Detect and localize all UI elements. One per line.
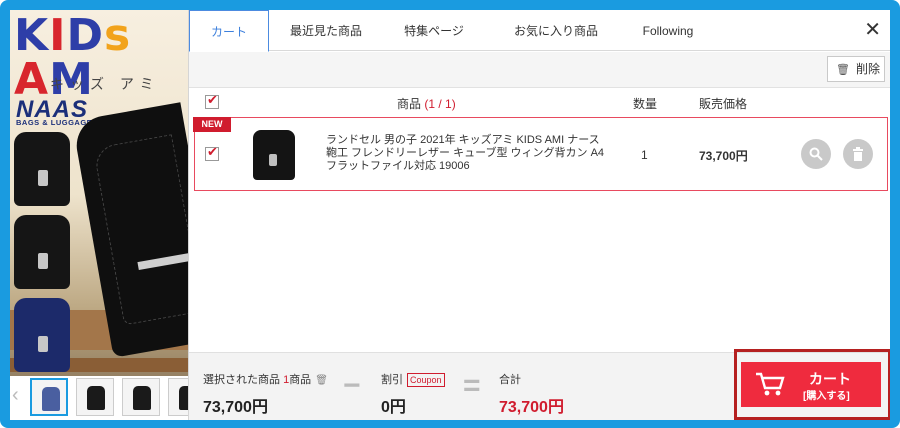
- item-checkbox[interactable]: ✔: [205, 144, 219, 161]
- coupon-badge[interactable]: Coupon: [407, 373, 445, 387]
- checkmark-icon: ✔: [207, 92, 218, 107]
- header-product: 商品 (1 / 1): [397, 95, 456, 112]
- search-icon[interactable]: [801, 139, 831, 169]
- frame-content: KIDs AM キッズ アミ NAAS BAGS & LUGGAGE ‹ カート: [10, 10, 890, 420]
- product-name[interactable]: ランドセル 男の子 2021年 キッズアミ KIDS AMI ナース鞄工 フレン…: [326, 134, 606, 173]
- total-label: 合計: [499, 374, 521, 386]
- product-thumbnail[interactable]: [247, 126, 305, 182]
- thumbnail-1[interactable]: [30, 378, 68, 416]
- cart-item-row: NEW ✔ ランドセル 男の子 2021年 キッズアミ KIDS AMI ナース…: [193, 117, 888, 191]
- shopping-cart-icon: [755, 371, 785, 402]
- cart-popup: カート 最近見た商品 特集ページ お気に入り商品 Following ✕ 🗑 削除…: [188, 10, 890, 420]
- tab-recently-viewed[interactable]: 最近見た商品: [281, 10, 371, 51]
- header-quantity: 数量: [633, 97, 658, 111]
- equals-sign: =: [463, 369, 481, 402]
- close-icon[interactable]: ✕: [864, 20, 881, 40]
- cart-toolbar: 🗑 削除: [189, 52, 890, 88]
- total-amount: 73,700円: [499, 399, 564, 416]
- cart-button-label: カート: [809, 371, 851, 387]
- item-price: 73,700円: [699, 149, 748, 163]
- thumbnail-3[interactable]: [122, 378, 160, 416]
- checkout-cart-button[interactable]: カート [購入する]: [741, 362, 881, 407]
- product-promo-panel: KIDs AM キッズ アミ NAAS BAGS & LUGGAGE ‹: [10, 10, 188, 420]
- checkmark-icon: ✔: [207, 144, 218, 159]
- black-randoseru-image: [14, 132, 70, 206]
- selected-amount: 73,700円: [203, 399, 268, 416]
- thumb-prev-arrow-icon[interactable]: ‹: [12, 384, 19, 407]
- minus-sign: −: [343, 369, 361, 402]
- tab-following[interactable]: Following: [623, 10, 713, 51]
- trash-icon[interactable]: 🗑: [315, 375, 328, 386]
- tab-cart[interactable]: カート: [189, 10, 269, 52]
- table-header: ✔ 商品 (1 / 1) 数量 販売価格: [189, 89, 890, 115]
- thumbnail-4[interactable]: [168, 378, 188, 416]
- select-all-checkbox[interactable]: ✔: [205, 92, 219, 109]
- thumbnail-strip: ‹: [10, 376, 188, 420]
- navy-randoseru-image: [14, 298, 70, 372]
- trash-icon: 🗑: [836, 64, 850, 76]
- blue-frame: KIDs AM キッズ アミ NAAS BAGS & LUGGAGE ‹ カート: [0, 0, 900, 428]
- delete-button[interactable]: 🗑 削除: [827, 56, 885, 82]
- black-randoseru-image: [14, 215, 70, 289]
- kids-ami-kana: キッズ アミ: [50, 76, 160, 92]
- thumbnail-2[interactable]: [76, 378, 114, 416]
- item-quantity: 1: [641, 148, 648, 162]
- discount-amount: 0円: [381, 399, 406, 416]
- naas-tagline: BAGS & LUGGAGE: [16, 118, 93, 127]
- delete-label: 削除: [855, 62, 880, 76]
- new-badge: NEW: [193, 117, 231, 132]
- header-price: 販売価格: [699, 97, 748, 111]
- tab-bar: カート 最近見た商品 特集ページ お気に入り商品 Following ✕: [189, 10, 890, 52]
- header-product-label: 商品: [397, 97, 422, 111]
- tab-favorites[interactable]: お気に入り商品: [501, 10, 611, 51]
- cart-button-sublabel: [購入する]: [803, 391, 850, 402]
- trash-icon[interactable]: [843, 139, 873, 169]
- header-product-count: (1 / 1): [424, 97, 456, 111]
- tab-feature-page[interactable]: 特集ページ: [389, 10, 479, 51]
- selected-items-label: 選択された商品 1商品 🗑: [203, 374, 328, 386]
- discount-label: 割引 Coupon: [381, 371, 445, 387]
